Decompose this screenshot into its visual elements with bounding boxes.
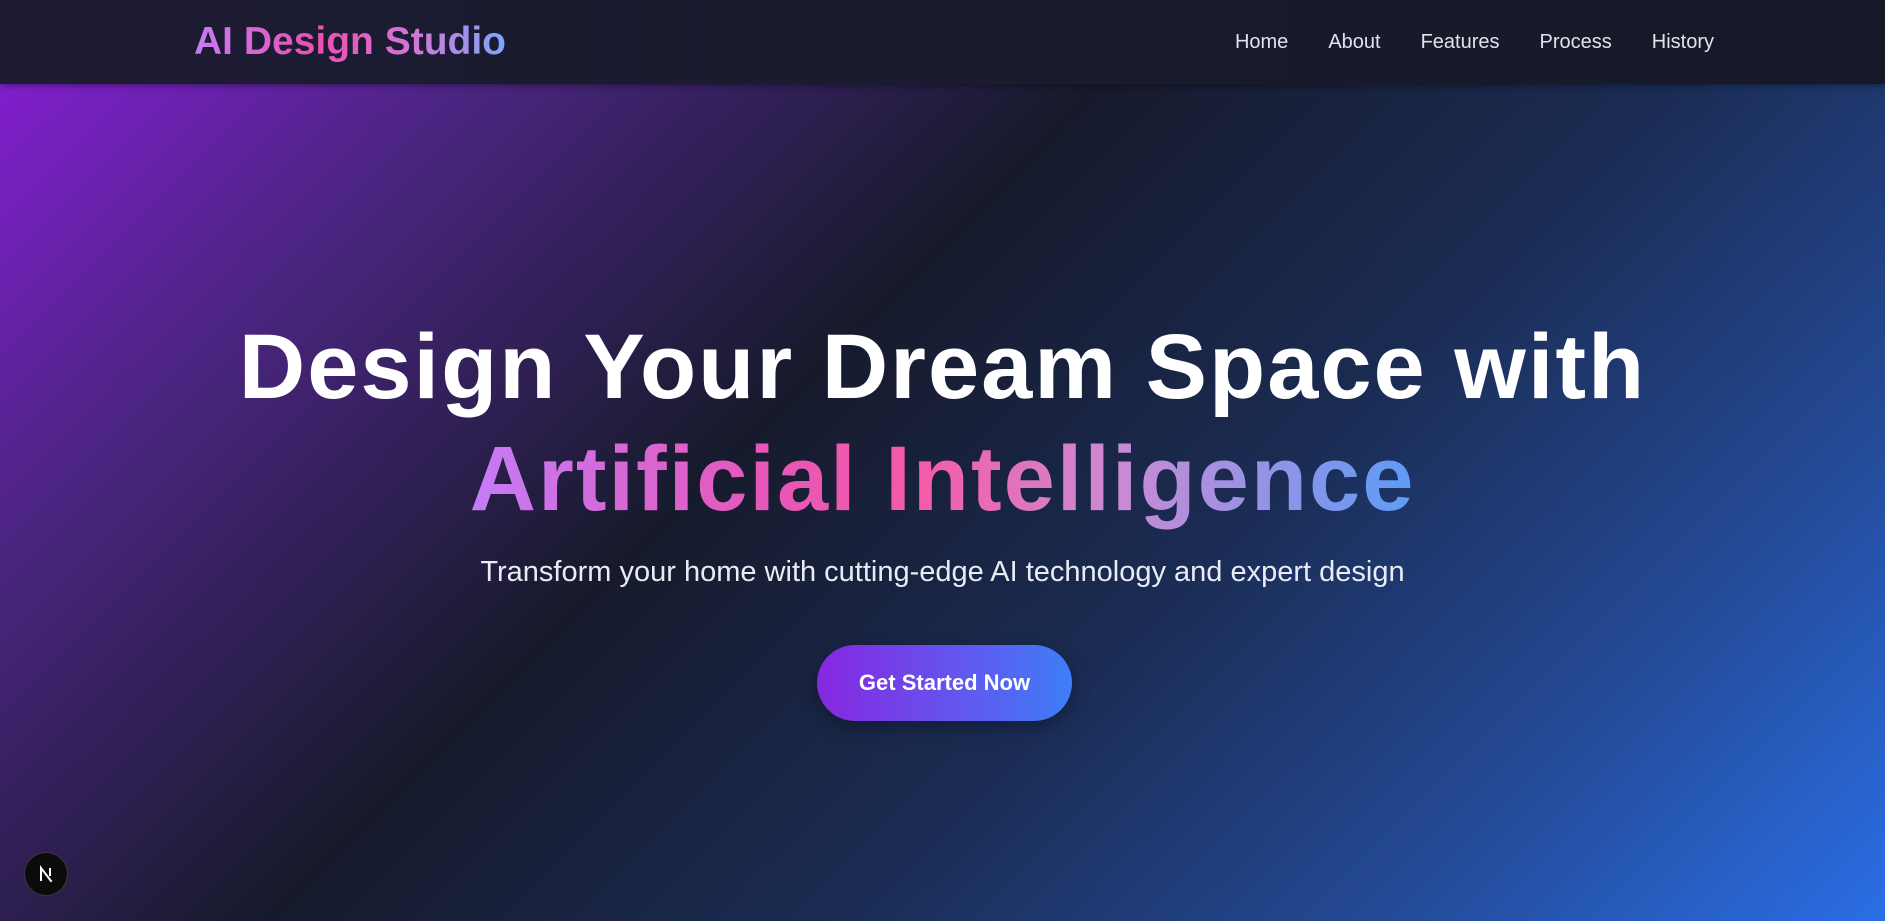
nextjs-logo-icon: [40, 865, 53, 883]
nextjs-dev-badge[interactable]: [24, 852, 68, 896]
nav-link-process[interactable]: Process: [1540, 31, 1612, 54]
hero-headline-gradient-text: Artificial Intelligence: [469, 428, 1416, 530]
nav-link-home[interactable]: Home: [1235, 31, 1288, 54]
nav-link-about[interactable]: About: [1328, 31, 1380, 54]
brand-logo[interactable]: AI Design Studio: [194, 19, 506, 65]
hero-headline: Design Your Dream Space with: [238, 316, 1647, 418]
nav-link-features[interactable]: Features: [1421, 31, 1500, 54]
top-navbar: AI Design Studio Home About Features Pro…: [0, 0, 1885, 84]
nav-link-history[interactable]: History: [1652, 31, 1714, 54]
get-started-button[interactable]: Get Started Now: [817, 645, 1072, 721]
hero-subtitle: Transform your home with cutting-edge AI…: [480, 556, 1405, 588]
nav-links: Home About Features Process History: [1235, 0, 1714, 84]
hero-section: Design Your Dream Space with Artificial …: [0, 84, 1885, 921]
hero-headline-highlight: Artificial Intelligence: [0, 424, 1885, 561]
